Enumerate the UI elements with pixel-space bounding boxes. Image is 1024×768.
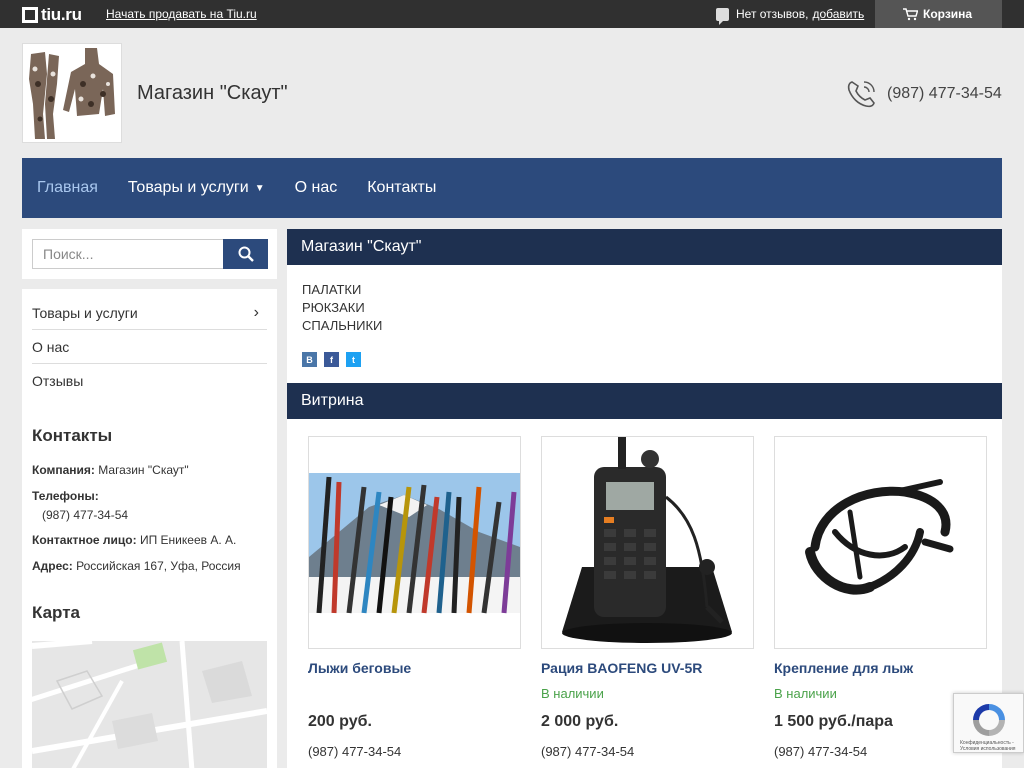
category-link[interactable]: РЮКЗАКИ bbox=[302, 300, 365, 315]
cart-button[interactable]: Корзина bbox=[875, 0, 1002, 28]
nav-item-contacts[interactable]: Контакты bbox=[367, 179, 436, 197]
product-card[interactable]: Крепление для лыж В наличии 1 500 руб./п… bbox=[774, 436, 987, 759]
map[interactable] bbox=[32, 641, 267, 768]
product-name[interactable]: Лыжи беговые bbox=[308, 660, 411, 676]
add-review-link[interactable]: добавить bbox=[812, 7, 864, 21]
about-header: Магазин "Скаут" bbox=[287, 229, 1002, 265]
product-phone[interactable]: (987) 477-34-54 bbox=[541, 744, 634, 759]
sidebar-item-reviews-label: Отзывы bbox=[32, 373, 84, 389]
product-name[interactable]: Крепление для лыж bbox=[774, 660, 913, 676]
product-stock: В наличии bbox=[541, 686, 604, 701]
logo-square-icon bbox=[22, 7, 38, 23]
start-selling-link[interactable]: Начать продавать на Tiu.ru bbox=[106, 7, 257, 21]
chevron-right-icon: › bbox=[253, 304, 259, 321]
contact-address: Адрес: Российская 167, Уфа, Россия bbox=[32, 559, 241, 573]
product-card[interactable]: Лыжи беговые 200 руб. (987) 477-34-54 bbox=[308, 436, 521, 759]
phone-icon bbox=[847, 81, 875, 108]
nav-item-home[interactable]: Главная bbox=[37, 179, 98, 197]
search-input[interactable]: Поиск... bbox=[32, 239, 224, 269]
search-panel: Поиск... bbox=[22, 229, 277, 279]
reviews-text: Нет отзывов, bbox=[736, 7, 809, 21]
recaptcha-icon bbox=[973, 704, 1005, 736]
sidebar-panel: Товары и услуги › О нас Отзывы Контакты К… bbox=[22, 289, 277, 768]
recaptcha-badge[interactable]: Конфиденциальность - Условия использован… bbox=[953, 693, 1024, 753]
product-stock: В наличии bbox=[774, 686, 837, 701]
product-price: 200 руб. bbox=[308, 713, 372, 730]
shop-logo-image[interactable] bbox=[22, 43, 122, 143]
shop-name: Магазин "Скаут" bbox=[137, 82, 288, 104]
company-label: Компания: bbox=[32, 463, 95, 477]
sidebar-item-products-label: Товары и услуги bbox=[32, 305, 138, 321]
showcase: Лыжи беговые 200 руб. (987) 477-34-54 Ра… bbox=[287, 419, 1002, 768]
phones-label: Телефоны: bbox=[32, 489, 99, 503]
twitter-icon[interactable]: t bbox=[346, 352, 361, 367]
top-bar: tiu.ru Начать продавать на Tiu.ru Нет от… bbox=[0, 0, 1024, 28]
reviews-info: Нет отзывов, добавить bbox=[716, 7, 864, 25]
sidebar-item-about[interactable]: О нас bbox=[32, 330, 267, 364]
company-value: Магазин "Скаут" bbox=[98, 463, 189, 477]
about-content: ПАЛАТКИ РЮКЗАКИ СПАЛЬНИКИ В f t bbox=[287, 265, 1002, 383]
nav-item-contacts-label: Контакты bbox=[367, 179, 437, 196]
address-label: Адрес: bbox=[32, 559, 73, 573]
cart-label: Корзина bbox=[923, 7, 973, 21]
product-image-binding[interactable] bbox=[774, 436, 987, 649]
nav-item-about[interactable]: О нас bbox=[295, 179, 338, 197]
logo-text: tiu.ru bbox=[41, 5, 82, 24]
facebook-icon[interactable]: f bbox=[324, 352, 339, 367]
product-name[interactable]: Рация BAOFENG UV-5R bbox=[541, 660, 702, 676]
comment-icon bbox=[716, 7, 729, 25]
sidebar-item-about-label: О нас bbox=[32, 339, 70, 355]
contact-company: Компания: Магазин "Скаут" bbox=[32, 463, 189, 477]
tiu-logo[interactable]: tiu.ru bbox=[22, 5, 82, 25]
sidebar-item-reviews[interactable]: Отзывы bbox=[32, 364, 267, 398]
vk-icon[interactable]: В bbox=[302, 352, 317, 367]
category-link[interactable]: ПАЛАТКИ bbox=[302, 282, 361, 297]
nav-item-home-label: Главная bbox=[37, 179, 98, 196]
map-title: Карта bbox=[32, 603, 80, 622]
contacts-title: Контакты bbox=[32, 426, 113, 445]
product-phone[interactable]: (987) 477-34-54 bbox=[308, 744, 401, 759]
sidebar-item-products[interactable]: Товары и услуги › bbox=[32, 296, 267, 330]
product-price: 2 000 руб. bbox=[541, 713, 619, 730]
cart-icon bbox=[903, 7, 918, 20]
address-value: Российская 167, Уфа, Россия bbox=[76, 559, 241, 573]
person-label: Контактное лицо: bbox=[32, 533, 137, 547]
header-phone[interactable]: (987) 477-34-54 bbox=[846, 79, 1002, 109]
header-phone-number: (987) 477-34-54 bbox=[887, 85, 1002, 102]
product-card[interactable]: Рация BAOFENG UV-5R В наличии 2 000 руб.… bbox=[541, 436, 754, 759]
search-icon bbox=[238, 246, 254, 262]
main-nav: Главная Товары и услуги ▼ О нас Контакты bbox=[22, 158, 1002, 218]
nav-item-about-label: О нас bbox=[294, 179, 338, 196]
search-button[interactable] bbox=[223, 239, 268, 269]
showcase-header: Витрина bbox=[287, 383, 1002, 419]
chevron-down-icon: ▼ bbox=[254, 182, 265, 194]
nav-item-products[interactable]: Товары и услуги ▼ bbox=[128, 179, 265, 197]
product-price: 1 500 руб./пара bbox=[774, 713, 893, 730]
product-phone[interactable]: (987) 477-34-54 bbox=[774, 744, 867, 759]
nav-item-products-label: Товары и услуги bbox=[127, 179, 249, 196]
category-link[interactable]: СПАЛЬНИКИ bbox=[302, 318, 382, 333]
person-value: ИП Еникеев А. А. bbox=[139, 533, 237, 547]
contact-phones-label: Телефоны: bbox=[32, 489, 99, 503]
contact-person: Контактное лицо: ИП Еникеев А. А. bbox=[32, 533, 236, 547]
product-image-skis[interactable] bbox=[308, 436, 521, 649]
recaptcha-text[interactable]: Конфиденциальность - Условия использован… bbox=[960, 740, 1024, 752]
contact-phone-value[interactable]: (987) 477-34-54 bbox=[42, 508, 128, 522]
product-image-radio[interactable] bbox=[541, 436, 754, 649]
